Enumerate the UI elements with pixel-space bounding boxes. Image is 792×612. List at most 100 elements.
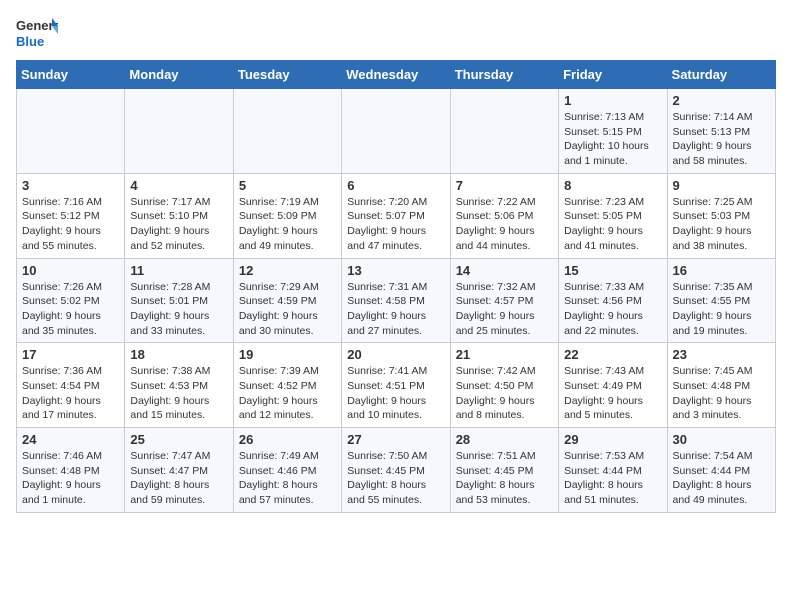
day-info: Sunrise: 7:54 AMSunset: 4:44 PMDaylight:… (673, 449, 770, 508)
day-info: Sunrise: 7:13 AMSunset: 5:15 PMDaylight:… (564, 110, 661, 169)
logo-icon: General Blue (16, 16, 58, 52)
calendar-cell: 28 Sunrise: 7:51 AMSunset: 4:45 PMDayligh… (450, 428, 558, 513)
calendar-cell: 22 Sunrise: 7:43 AMSunset: 4:49 PMDayligh… (559, 343, 667, 428)
weekday-header-row: SundayMondayTuesdayWednesdayThursdayFrid… (17, 61, 776, 89)
day-info: Sunrise: 7:19 AMSunset: 5:09 PMDaylight:… (239, 195, 336, 254)
day-number: 21 (456, 347, 553, 362)
calendar-cell: 15Sunrise: 7:33 AMSunset: 4:56 PMDayligh… (559, 258, 667, 343)
calendar-cell: 18 Sunrise: 7:38 AMSunset: 4:53 PMDayligh… (125, 343, 233, 428)
calendar-cell (342, 89, 450, 174)
calendar-cell: 5 Sunrise: 7:19 AMSunset: 5:09 PMDaylight… (233, 173, 341, 258)
calendar-cell: 13Sunrise: 7:31 AMSunset: 4:58 PMDayligh… (342, 258, 450, 343)
day-number: 3 (22, 178, 119, 193)
calendar-week-row: 1 Sunrise: 7:13 AMSunset: 5:15 PMDaylight… (17, 89, 776, 174)
calendar-cell: 29Sunrise: 7:53 AMSunset: 4:44 PMDayligh… (559, 428, 667, 513)
header: General Blue (16, 16, 776, 52)
calendar-cell: 11 Sunrise: 7:28 AMSunset: 5:01 PMDayligh… (125, 258, 233, 343)
svg-text:General: General (16, 18, 58, 33)
day-number: 19 (239, 347, 336, 362)
day-info: Sunrise: 7:16 AMSunset: 5:12 PMDaylight:… (22, 195, 119, 254)
calendar-cell: 8 Sunrise: 7:23 AMSunset: 5:05 PMDaylight… (559, 173, 667, 258)
day-number: 27 (347, 432, 444, 447)
day-info: Sunrise: 7:51 AMSunset: 4:45 PMDaylight:… (456, 449, 553, 508)
day-number: 5 (239, 178, 336, 193)
day-info: Sunrise: 7:17 AMSunset: 5:10 PMDaylight:… (130, 195, 227, 254)
day-info: Sunrise: 7:47 AMSunset: 4:47 PMDaylight:… (130, 449, 227, 508)
calendar-cell: 24 Sunrise: 7:46 AMSunset: 4:48 PMDayligh… (17, 428, 125, 513)
calendar-cell: 1 Sunrise: 7:13 AMSunset: 5:15 PMDaylight… (559, 89, 667, 174)
day-info: Sunrise: 7:20 AMSunset: 5:07 PMDaylight:… (347, 195, 444, 254)
calendar-week-row: 3 Sunrise: 7:16 AMSunset: 5:12 PMDaylight… (17, 173, 776, 258)
day-info: Sunrise: 7:25 AMSunset: 5:03 PMDaylight:… (673, 195, 770, 254)
calendar-cell (233, 89, 341, 174)
day-info: Sunrise: 7:46 AMSunset: 4:48 PMDaylight:… (22, 449, 119, 508)
calendar-cell (17, 89, 125, 174)
calendar-cell: 4Sunrise: 7:17 AMSunset: 5:10 PMDaylight… (125, 173, 233, 258)
day-info: Sunrise: 7:43 AMSunset: 4:49 PMDaylight:… (564, 364, 661, 423)
day-number: 8 (564, 178, 661, 193)
day-info: Sunrise: 7:32 AMSunset: 4:57 PMDaylight:… (456, 280, 553, 339)
calendar-week-row: 24 Sunrise: 7:46 AMSunset: 4:48 PMDayligh… (17, 428, 776, 513)
calendar-cell: 17 Sunrise: 7:36 AMSunset: 4:54 PMDayligh… (17, 343, 125, 428)
day-info: Sunrise: 7:38 AMSunset: 4:53 PMDaylight:… (130, 364, 227, 423)
day-info: Sunrise: 7:28 AMSunset: 5:01 PMDaylight:… (130, 280, 227, 339)
calendar-cell: 16Sunrise: 7:35 AMSunset: 4:55 PMDayligh… (667, 258, 775, 343)
day-number: 10 (22, 263, 119, 278)
calendar-week-row: 10 Sunrise: 7:26 AMSunset: 5:02 PMDayligh… (17, 258, 776, 343)
logo: General Blue (16, 16, 58, 52)
calendar-cell: 30 Sunrise: 7:54 AMSunset: 4:44 PMDayligh… (667, 428, 775, 513)
calendar-cell: 6 Sunrise: 7:20 AMSunset: 5:07 PMDaylight… (342, 173, 450, 258)
day-number: 9 (673, 178, 770, 193)
calendar-cell: 20Sunrise: 7:41 AMSunset: 4:51 PMDayligh… (342, 343, 450, 428)
day-number: 7 (456, 178, 553, 193)
calendar-cell (450, 89, 558, 174)
day-info: Sunrise: 7:39 AMSunset: 4:52 PMDaylight:… (239, 364, 336, 423)
day-info: Sunrise: 7:35 AMSunset: 4:55 PMDaylight:… (673, 280, 770, 339)
calendar-cell: 14 Sunrise: 7:32 AMSunset: 4:57 PMDayligh… (450, 258, 558, 343)
calendar-cell: 25 Sunrise: 7:47 AMSunset: 4:47 PMDayligh… (125, 428, 233, 513)
calendar-cell: 9 Sunrise: 7:25 AMSunset: 5:03 PMDaylight… (667, 173, 775, 258)
day-info: Sunrise: 7:29 AMSunset: 4:59 PMDaylight:… (239, 280, 336, 339)
weekday-header-thursday: Thursday (450, 61, 558, 89)
weekday-header-sunday: Sunday (17, 61, 125, 89)
calendar-cell: 2 Sunrise: 7:14 AMSunset: 5:13 PMDaylight… (667, 89, 775, 174)
day-info: Sunrise: 7:41 AMSunset: 4:51 PMDaylight:… (347, 364, 444, 423)
day-info: Sunrise: 7:50 AMSunset: 4:45 PMDaylight:… (347, 449, 444, 508)
calendar-table: SundayMondayTuesdayWednesdayThursdayFrid… (16, 60, 776, 513)
day-info: Sunrise: 7:23 AMSunset: 5:05 PMDaylight:… (564, 195, 661, 254)
day-number: 14 (456, 263, 553, 278)
calendar-cell: 7Sunrise: 7:22 AMSunset: 5:06 PMDaylight… (450, 173, 558, 258)
day-info: Sunrise: 7:14 AMSunset: 5:13 PMDaylight:… (673, 110, 770, 169)
day-number: 28 (456, 432, 553, 447)
day-number: 2 (673, 93, 770, 108)
day-info: Sunrise: 7:33 AMSunset: 4:56 PMDaylight:… (564, 280, 661, 339)
day-number: 22 (564, 347, 661, 362)
weekday-header-monday: Monday (125, 61, 233, 89)
day-number: 11 (130, 263, 227, 278)
calendar-cell: 10 Sunrise: 7:26 AMSunset: 5:02 PMDayligh… (17, 258, 125, 343)
day-info: Sunrise: 7:45 AMSunset: 4:48 PMDaylight:… (673, 364, 770, 423)
weekday-header-friday: Friday (559, 61, 667, 89)
calendar-cell: 3 Sunrise: 7:16 AMSunset: 5:12 PMDaylight… (17, 173, 125, 258)
day-number: 30 (673, 432, 770, 447)
svg-text:Blue: Blue (16, 34, 44, 49)
calendar-cell (125, 89, 233, 174)
day-number: 23 (673, 347, 770, 362)
weekday-header-wednesday: Wednesday (342, 61, 450, 89)
calendar-cell: 19 Sunrise: 7:39 AMSunset: 4:52 PMDayligh… (233, 343, 341, 428)
calendar-cell: 23 Sunrise: 7:45 AMSunset: 4:48 PMDayligh… (667, 343, 775, 428)
day-number: 17 (22, 347, 119, 362)
day-number: 24 (22, 432, 119, 447)
day-info: Sunrise: 7:26 AMSunset: 5:02 PMDaylight:… (22, 280, 119, 339)
calendar-cell: 21 Sunrise: 7:42 AMSunset: 4:50 PMDayligh… (450, 343, 558, 428)
day-info: Sunrise: 7:36 AMSunset: 4:54 PMDaylight:… (22, 364, 119, 423)
day-number: 6 (347, 178, 444, 193)
day-number: 18 (130, 347, 227, 362)
calendar-cell: 27 Sunrise: 7:50 AMSunset: 4:45 PMDayligh… (342, 428, 450, 513)
day-info: Sunrise: 7:49 AMSunset: 4:46 PMDaylight:… (239, 449, 336, 508)
day-number: 26 (239, 432, 336, 447)
day-info: Sunrise: 7:42 AMSunset: 4:50 PMDaylight:… (456, 364, 553, 423)
day-info: Sunrise: 7:53 AMSunset: 4:44 PMDaylight:… (564, 449, 661, 508)
day-number: 1 (564, 93, 661, 108)
day-number: 25 (130, 432, 227, 447)
